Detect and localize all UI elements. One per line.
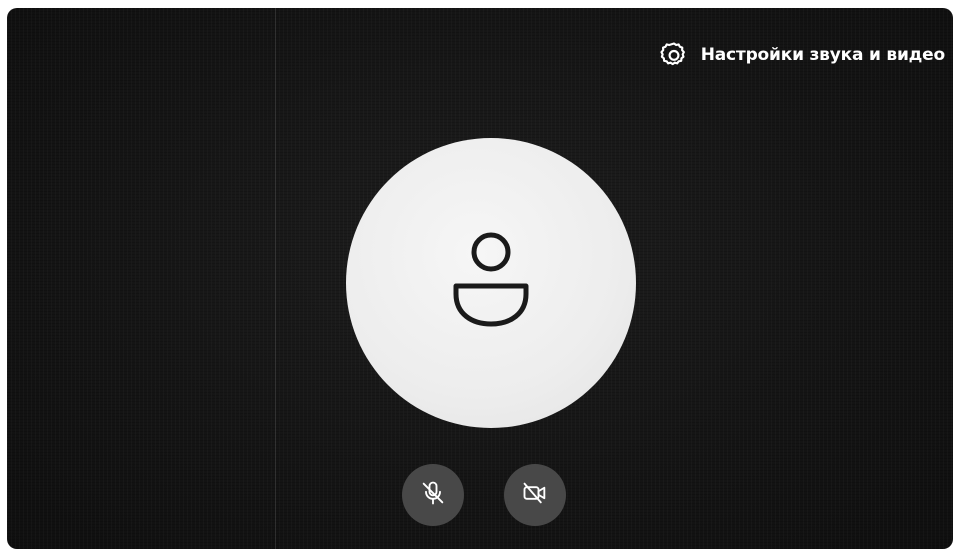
microphone-off-icon [419,479,447,511]
scan-divider [275,8,276,549]
settings-label: Настройки звука и видео [700,45,945,65]
user-icon [436,226,546,340]
camera-off-icon [521,479,549,511]
video-preview-panel: Настройки звука и видео [7,8,953,549]
microphone-toggle-button[interactable] [402,464,464,526]
avatar [346,138,636,428]
audio-video-settings-button[interactable]: Настройки звука и видео [657,38,945,72]
camera-toggle-button[interactable] [504,464,566,526]
gear-icon [657,38,691,72]
